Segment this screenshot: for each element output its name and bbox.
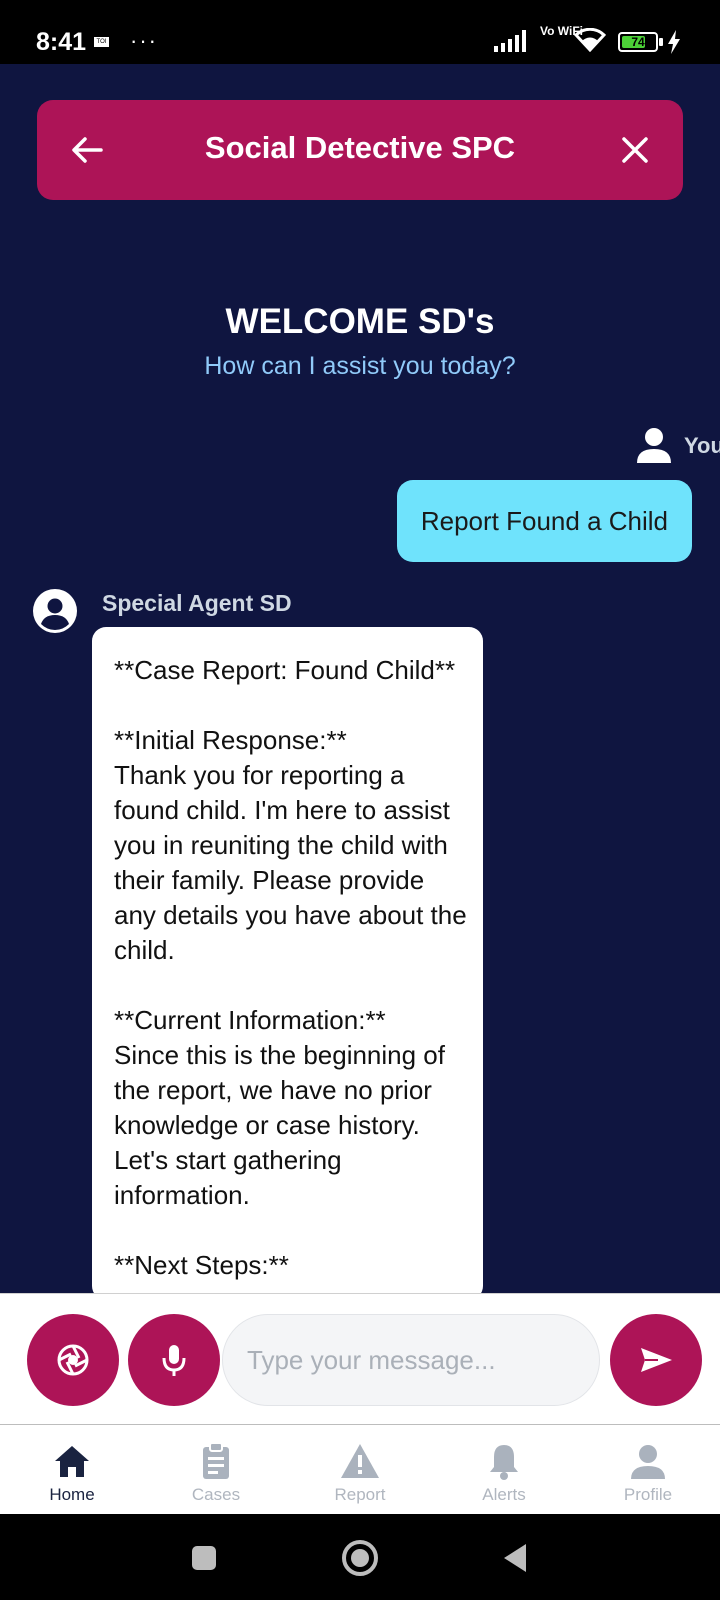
signal-icon [494, 30, 526, 52]
bell-icon [490, 1445, 518, 1480]
agent-sender-label: Special Agent SD [102, 590, 292, 616]
news-badge-icon: TOI [94, 37, 109, 47]
tab-cases[interactable]: Cases [144, 1425, 288, 1515]
app-title: Social Detective SPC [204, 130, 516, 165]
back-nav-icon[interactable] [500, 1542, 530, 1574]
status-bar: 8:41 TOI ··· Vo WiFi 74 [0, 0, 720, 64]
more-notifications-icon: ··· [130, 28, 158, 53]
battery-tip [659, 38, 663, 46]
user-message-bubble: Report Found a Child [396, 480, 692, 562]
agent-avatar-icon [33, 589, 77, 633]
microphone-button[interactable] [128, 1314, 220, 1406]
tab-label: Home [49, 1485, 95, 1504]
agent-message-text: **Case Report: Found Child** **Initial R… [114, 655, 467, 1280]
camera-button[interactable] [27, 1314, 119, 1406]
bottom-tab-bar: Home Cases Report Alerts Profile [0, 1424, 720, 1515]
user-sender-label: You [684, 433, 720, 458]
send-icon [641, 1348, 672, 1372]
wifi-icon [574, 28, 606, 52]
message-input[interactable] [222, 1314, 600, 1406]
user-icon [631, 1445, 665, 1479]
home-nav-icon[interactable] [340, 1538, 380, 1578]
recents-icon[interactable] [190, 1544, 218, 1572]
battery-icon: 74 [618, 32, 658, 52]
send-button[interactable] [610, 1314, 702, 1406]
welcome-subtitle: How can I assist you today? [204, 352, 516, 380]
clipboard-icon [203, 1442, 229, 1479]
user-icon [637, 428, 671, 463]
tab-label: Cases [191, 1485, 241, 1504]
tab-label: Alerts [482, 1485, 526, 1504]
tab-alerts[interactable]: Alerts [432, 1425, 576, 1515]
charging-icon [668, 30, 680, 54]
close-icon[interactable] [615, 130, 655, 170]
tab-home[interactable]: Home [0, 1425, 144, 1515]
app-header: Social Detective SPC [37, 100, 683, 200]
agent-message-bubble: **Case Report: Found Child** **Initial R… [92, 627, 483, 1300]
welcome-heading: WELCOME SD's [225, 302, 495, 341]
home-icon [55, 1446, 89, 1477]
status-time: 8:41 [36, 28, 87, 56]
battery-percent: 74 [631, 35, 645, 49]
message-composer [0, 1293, 720, 1424]
tab-report[interactable]: Report [288, 1425, 432, 1515]
warning-icon [341, 1444, 379, 1478]
system-nav-bar [0, 1514, 720, 1600]
tab-profile[interactable]: Profile [576, 1425, 720, 1515]
camera-aperture-icon [57, 1344, 89, 1376]
microphone-icon [162, 1345, 186, 1376]
tab-label: Profile [623, 1485, 673, 1504]
tab-label: Report [334, 1485, 386, 1504]
